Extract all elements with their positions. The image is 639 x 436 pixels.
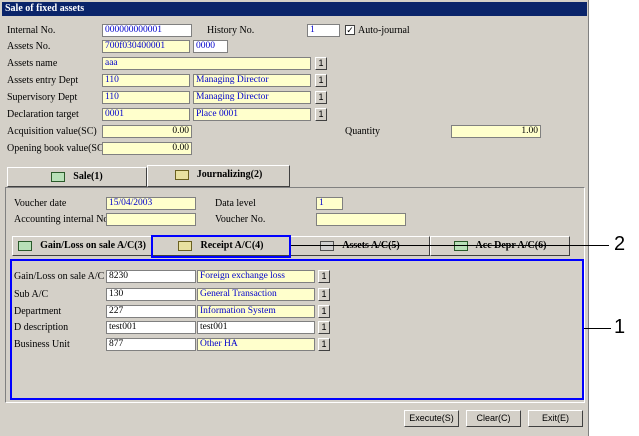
callout-1-leader [584, 328, 611, 329]
voucher-date-label: Voucher date [14, 198, 67, 209]
voucher-date-field[interactable]: 15/04/2003 [106, 197, 196, 210]
voucher-no-field[interactable] [316, 213, 406, 226]
subtab-acc-depr[interactable]: Acc Depr A/C(6) [430, 236, 570, 256]
book-icon [18, 240, 33, 251]
decl-target-name-field: Place 0001 [193, 108, 311, 121]
callout-2-number: 2 [614, 233, 626, 255]
acct-internal-field[interactable] [106, 213, 196, 226]
entry-dept-name-field: Managing Director [193, 74, 311, 87]
assets-no-field[interactable]: 700f030400001 [102, 40, 190, 53]
decl-target-lookup-button[interactable]: 1 [315, 108, 327, 121]
exit-button[interactable]: Exit(E) [528, 410, 583, 427]
assets-name-field[interactable]: aaa [102, 57, 311, 70]
callout-2-leader [291, 245, 609, 246]
acq-value-label: Acquisition value(SC) [7, 126, 97, 137]
auto-journal-checkbox[interactable]: ✓ [345, 25, 355, 35]
clear-button[interactable]: Clear(C) [466, 410, 521, 427]
history-no-field[interactable]: 1 [307, 24, 340, 37]
tab-journalizing[interactable]: Journalizing(2) [147, 165, 290, 187]
callout-2-highlight [151, 235, 291, 258]
history-no-label: History No. [207, 25, 255, 36]
window-title: Sale of fixed assets [2, 2, 587, 16]
sup-dept-code-field[interactable]: 110 [102, 91, 190, 104]
book-icon [51, 171, 66, 182]
sup-dept-label: Supervisory Dept [7, 92, 78, 103]
data-level-label: Data level [215, 198, 256, 209]
acct-internal-label: Accounting internal No. [14, 214, 111, 225]
decl-target-label: Declaration target [7, 109, 79, 120]
callout-1-highlight [10, 259, 584, 400]
decl-target-code-field[interactable]: 0001 [102, 108, 190, 121]
opening-value-label: Opening book value(SC) [7, 143, 107, 154]
assets-no-sub-field[interactable]: 0000 [193, 40, 228, 53]
assets-no-label: Assets No. [7, 41, 51, 52]
entry-dept-code-field[interactable]: 110 [102, 74, 190, 87]
quantity-field[interactable]: 1.00 [451, 125, 541, 138]
callout-1-number: 1 [614, 316, 626, 338]
data-level-field[interactable]: 1 [316, 197, 343, 210]
tab-sale[interactable]: Sale(1) [7, 167, 147, 187]
opening-value-field[interactable]: 0.00 [102, 142, 192, 155]
entry-dept-label: Assets entry Dept [7, 75, 79, 86]
ledger-icon [174, 169, 189, 180]
entry-dept-lookup-button[interactable]: 1 [315, 74, 327, 87]
assets-name-label: Assets name [7, 58, 58, 69]
subtab-gain-loss[interactable]: Gain/Loss on sale A/C(3) [12, 236, 152, 256]
sup-dept-name-field: Managing Director [193, 91, 311, 104]
sup-dept-lookup-button[interactable]: 1 [315, 91, 327, 104]
execute-button[interactable]: Execute(S) [404, 410, 459, 427]
assets-name-lookup-button[interactable]: 1 [315, 57, 327, 70]
acq-value-field[interactable]: 0.00 [102, 125, 192, 138]
subtab-assets[interactable]: Assets A/C(5) [290, 236, 430, 256]
quantity-label: Quantity [345, 126, 380, 137]
internal-no-field[interactable]: 000000000001 [102, 24, 192, 37]
internal-no-label: Internal No. [7, 25, 56, 36]
voucher-no-label: Voucher No. [215, 214, 266, 225]
auto-journal-label: Auto-journal [358, 25, 410, 36]
